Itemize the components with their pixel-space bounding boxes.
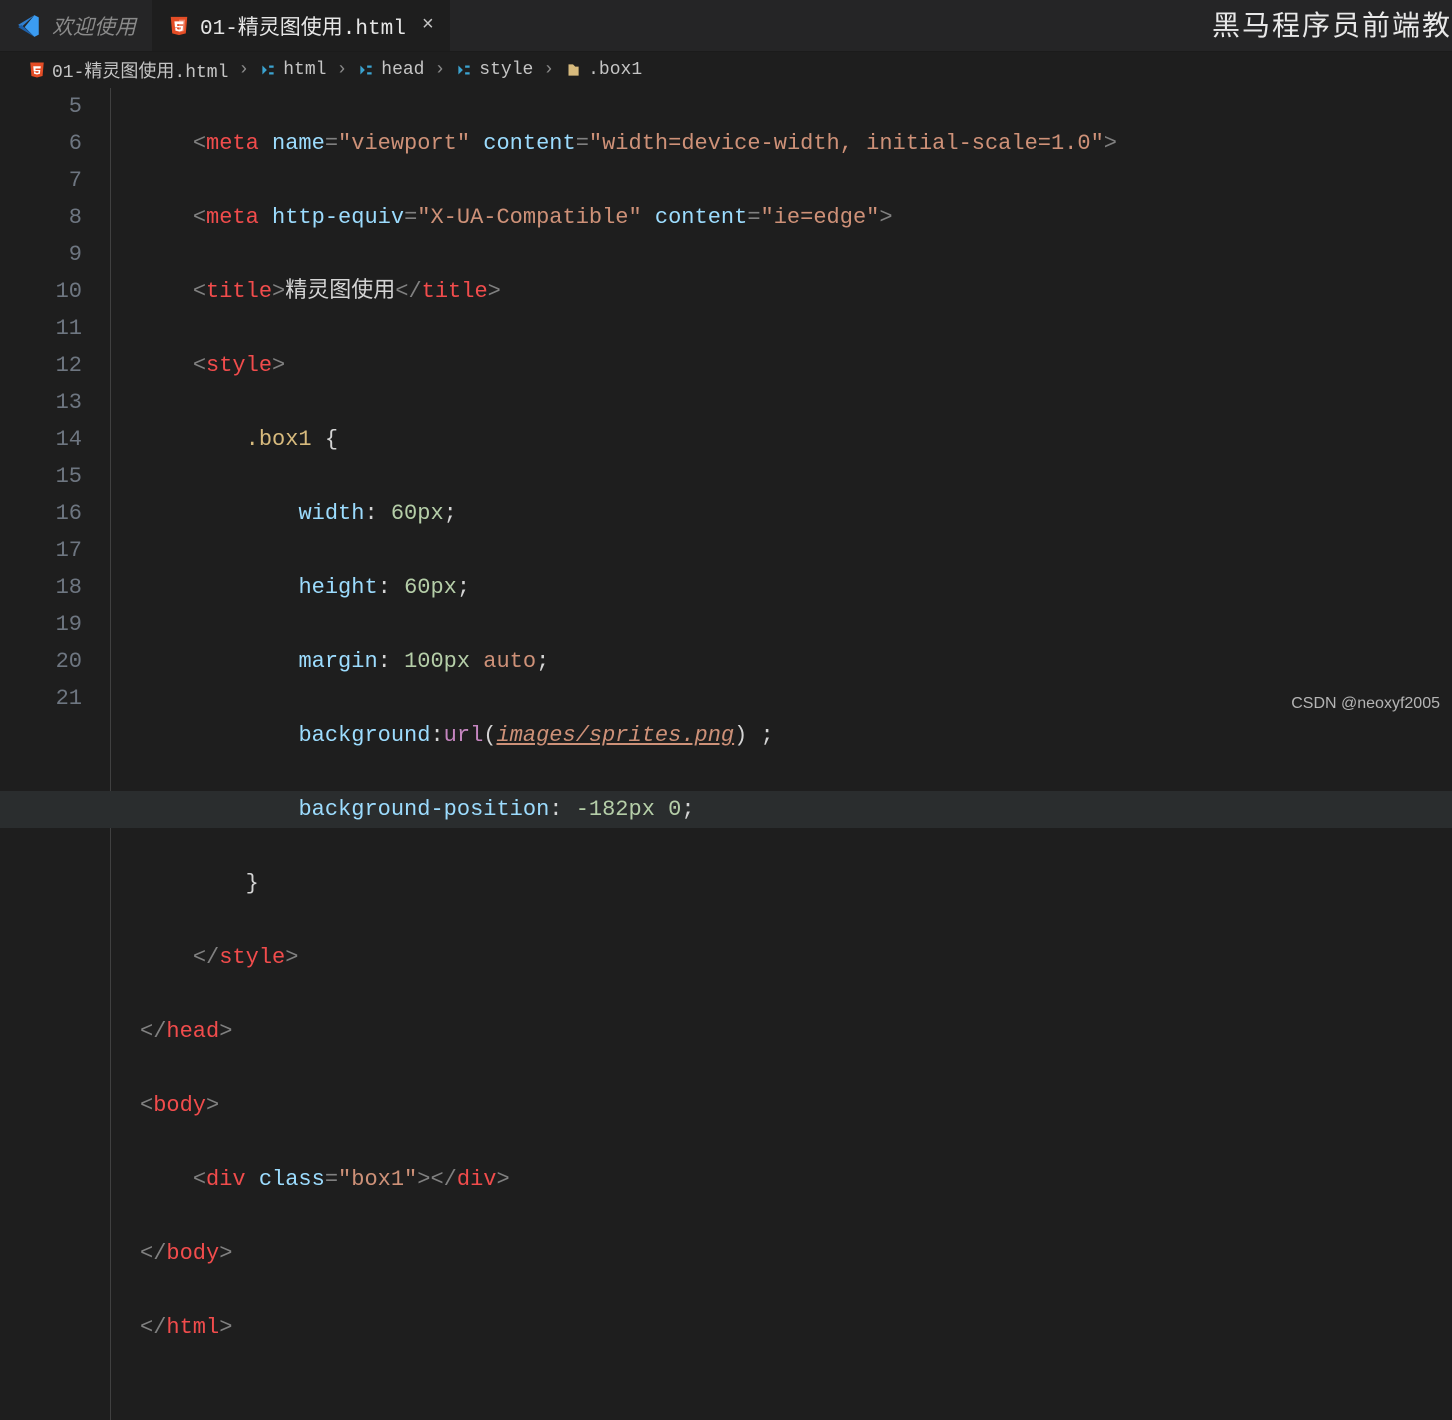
line-number: 8 bbox=[0, 199, 82, 236]
breadcrumb-class[interactable]: .box1 bbox=[564, 60, 642, 80]
line-number: 20 bbox=[0, 643, 82, 680]
chevron-right-icon: › bbox=[543, 60, 554, 80]
breadcrumb[interactable]: 01-精灵图使用.html › html › head › style › .b… bbox=[0, 52, 1452, 88]
html5-icon bbox=[168, 15, 190, 37]
line-number: 11 bbox=[0, 310, 82, 347]
line-number: 18 bbox=[0, 569, 82, 606]
tab-welcome-label: 欢迎使用 bbox=[52, 11, 136, 41]
line-number: 17 bbox=[0, 532, 82, 569]
line-number: 12 bbox=[0, 347, 82, 384]
code-line[interactable]: margin: 100px auto; bbox=[140, 643, 1452, 680]
code-line[interactable]: </html> bbox=[140, 1309, 1452, 1346]
code-line[interactable]: width: 60px; bbox=[140, 495, 1452, 532]
code-line[interactable]: <meta http-equiv="X-UA-Compatible" conte… bbox=[140, 199, 1452, 236]
chevron-right-icon: › bbox=[336, 60, 347, 80]
code-line-active[interactable]: background-position: -182px 0; bbox=[0, 791, 1452, 828]
code-line[interactable]: <div class="box1"></div> bbox=[140, 1161, 1452, 1198]
code-line[interactable]: </head> bbox=[140, 1013, 1452, 1050]
fold-gutter bbox=[110, 88, 140, 1420]
line-number: 19 bbox=[0, 606, 82, 643]
code-line[interactable]: </style> bbox=[140, 939, 1452, 976]
line-number: 10 bbox=[0, 273, 82, 310]
watermark-top: 黑马程序员前端教 bbox=[1212, 4, 1452, 44]
line-number: 14 bbox=[0, 421, 82, 458]
tab-active-label: 01-精灵图使用.html bbox=[200, 11, 406, 41]
watermark-bottom: CSDN @neoxyf2005 bbox=[1291, 695, 1440, 713]
code-line[interactable]: </body> bbox=[140, 1235, 1452, 1272]
symbol-icon bbox=[455, 61, 473, 79]
breadcrumb-html[interactable]: html bbox=[259, 60, 326, 80]
close-icon[interactable]: × bbox=[422, 14, 434, 37]
code-area[interactable]: <meta name="viewport" content="width=dev… bbox=[140, 88, 1452, 1420]
code-line[interactable]: .box1 { bbox=[140, 421, 1452, 458]
line-number: 16 bbox=[0, 495, 82, 532]
code-editor[interactable]: 5 6 7 8 9 10 11 12 13 14 15 16 17 18 19 … bbox=[0, 88, 1452, 1420]
line-number: 6 bbox=[0, 125, 82, 162]
line-number: 13 bbox=[0, 384, 82, 421]
code-line[interactable]: <style> bbox=[140, 347, 1452, 384]
breadcrumb-style[interactable]: style bbox=[455, 60, 533, 80]
code-line[interactable]: background:url(images/sprites.png) ; bbox=[140, 717, 1452, 754]
line-number: 7 bbox=[0, 162, 82, 199]
symbol-icon bbox=[259, 61, 277, 79]
code-line[interactable]: } bbox=[140, 865, 1452, 902]
code-line[interactable]: <title>精灵图使用</title> bbox=[140, 273, 1452, 310]
code-line[interactable]: height: 60px; bbox=[140, 569, 1452, 606]
breadcrumb-head[interactable]: head bbox=[357, 60, 424, 80]
tab-bar: 欢迎使用 01-精灵图使用.html × 黑马程序员前端教 bbox=[0, 0, 1452, 52]
line-number: 21 bbox=[0, 680, 82, 717]
tab-active-file[interactable]: 01-精灵图使用.html × bbox=[152, 0, 450, 51]
tab-welcome[interactable]: 欢迎使用 bbox=[0, 0, 152, 51]
line-number: 5 bbox=[0, 88, 82, 125]
line-number: 15 bbox=[0, 458, 82, 495]
symbol-icon bbox=[357, 61, 375, 79]
code-line[interactable]: <meta name="viewport" content="width=dev… bbox=[140, 125, 1452, 162]
chevron-right-icon: › bbox=[238, 60, 249, 80]
line-number-gutter: 5 6 7 8 9 10 11 12 13 14 15 16 17 18 19 … bbox=[0, 88, 110, 1420]
line-number: 9 bbox=[0, 236, 82, 273]
vscode-icon bbox=[16, 13, 42, 39]
html5-icon bbox=[28, 61, 46, 79]
breadcrumb-file[interactable]: 01-精灵图使用.html bbox=[28, 57, 228, 83]
class-icon bbox=[564, 61, 582, 79]
code-line[interactable]: <body> bbox=[140, 1087, 1452, 1124]
chevron-right-icon: › bbox=[434, 60, 445, 80]
